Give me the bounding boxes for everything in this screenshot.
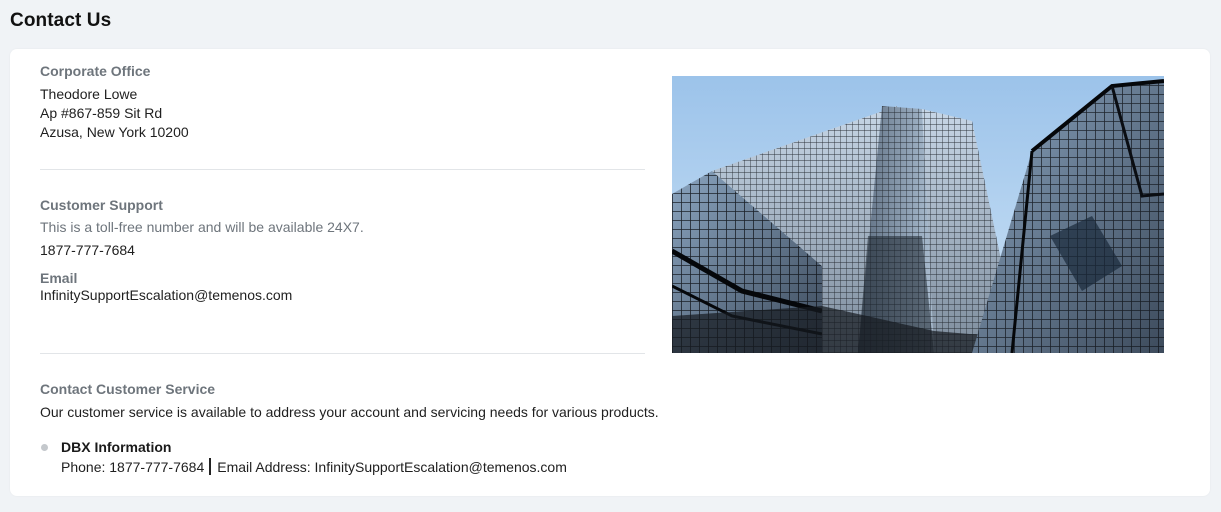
office-address-line2: Azusa, New York 10200 bbox=[40, 124, 189, 140]
customer-service-section: Contact Customer Service Our customer se… bbox=[40, 381, 660, 422]
section-divider bbox=[40, 169, 645, 170]
office-address-line1: Ap #867-859 Sit Rd bbox=[40, 105, 163, 121]
customer-service-description: Our customer service is available to add… bbox=[40, 404, 659, 420]
bullet-icon bbox=[41, 444, 48, 451]
support-email-link[interactable]: InfinitySupportEscalation@temenos.com bbox=[40, 286, 660, 305]
email-heading: Email bbox=[40, 270, 78, 286]
dbx-contact-details: Phone: 1877-777-7684 Email Address: Infin… bbox=[61, 458, 567, 475]
dbx-email-link[interactable]: InfinitySupportEscalation@temenos.com bbox=[315, 459, 567, 475]
email-label: Email Address: bbox=[217, 459, 315, 475]
office-contact-name: Theodore Lowe bbox=[40, 86, 138, 102]
glass-skyscraper-photo bbox=[672, 76, 1164, 353]
corporate-office-heading: Corporate Office bbox=[40, 63, 151, 79]
customer-support-heading: Customer Support bbox=[40, 197, 163, 213]
dbx-info-title: DBX Information bbox=[61, 439, 172, 455]
contact-card: Corporate Office Theodore Lowe Ap #867-8… bbox=[10, 49, 1210, 496]
customer-service-heading: Contact Customer Service bbox=[40, 381, 216, 397]
customer-support-section: Customer Support This is a toll-free num… bbox=[40, 197, 660, 305]
corporate-office-section: Corporate Office Theodore Lowe Ap #867-8… bbox=[40, 63, 660, 142]
section-divider bbox=[40, 353, 645, 354]
page-title: Contact Us bbox=[10, 10, 112, 31]
dbx-phone: 1877-777-7684 bbox=[109, 459, 205, 475]
separator bbox=[209, 458, 212, 475]
support-phone: 1877-777-7684 bbox=[40, 242, 135, 258]
toll-free-note: This is a toll-free number and will be a… bbox=[40, 219, 364, 235]
phone-label: Phone: bbox=[61, 459, 110, 475]
